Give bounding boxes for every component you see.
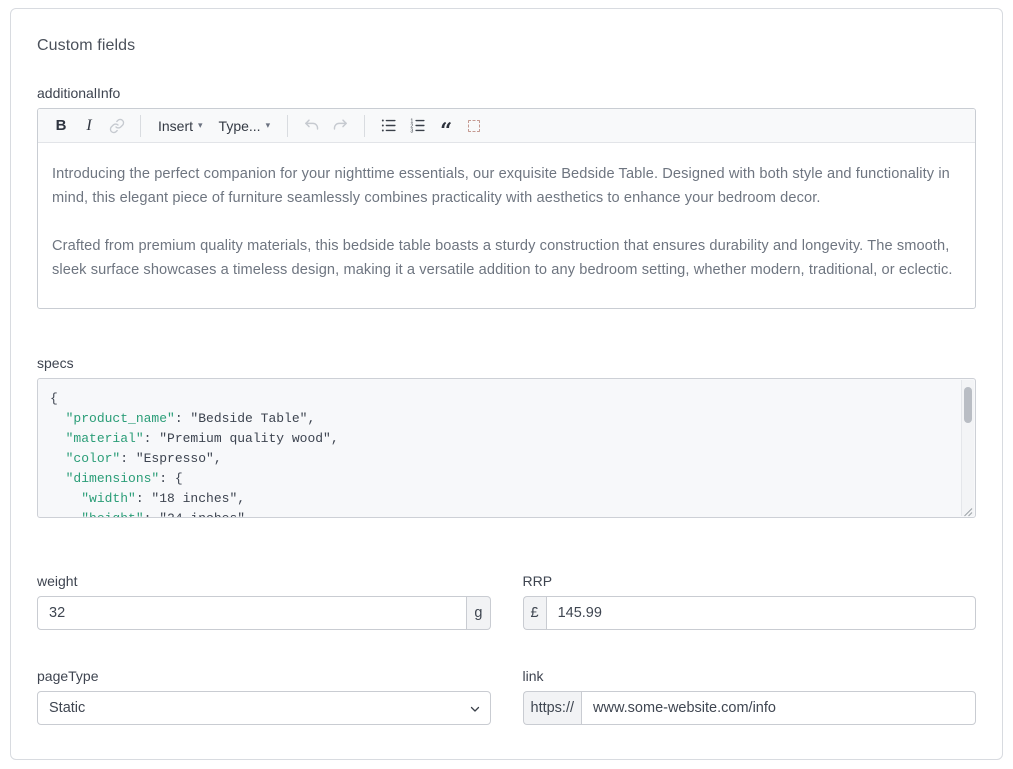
weight-input[interactable] [37,596,467,630]
resize-handle-icon[interactable] [962,504,973,515]
page-type-label: pageType [37,668,491,684]
editor-toolbar: B I Insert ▾ Type... ▾ [38,109,975,143]
specs-code: { "product_name": "Bedside Table", "mate… [38,379,975,518]
field-row-pagetype-link: pageType Static link https:// [37,668,976,725]
page-type-field: pageType Static [37,668,491,725]
rrp-field: RRP £ [523,573,977,630]
link-button[interactable] [104,113,130,139]
editor-content[interactable]: Introducing the perfect companion for yo… [38,143,975,309]
rich-text-editor: B I Insert ▾ Type... ▾ [37,108,976,309]
bullet-list-icon [380,117,397,134]
visual-block-button[interactable] [461,113,487,139]
link-input[interactable] [581,691,976,725]
scrollbar-thumb[interactable] [964,387,972,423]
toolbar-divider [287,115,288,137]
chevron-down-icon: ▾ [266,121,271,130]
rrp-label: RRP [523,573,977,589]
bold-button[interactable]: B [48,113,74,139]
scrollbar[interactable] [961,380,974,516]
insert-menu-label: Insert [158,118,193,134]
rrp-input[interactable] [546,596,976,630]
weight-field: weight g [37,573,491,630]
insert-menu-button[interactable]: Insert ▾ [151,113,210,139]
dashed-box-icon [468,120,480,132]
page-type-select[interactable]: Static [37,691,491,725]
editor-paragraph: Introducing the perfect companion for yo… [52,162,961,210]
numbered-list-icon: 1 2 3 [409,117,426,134]
chevron-down-icon: ▾ [198,121,203,130]
numbered-list-button[interactable]: 1 2 3 [404,113,431,139]
link-protocol-addon: https:// [523,691,582,725]
additional-info-label: additionalInfo [37,85,976,101]
italic-button[interactable]: I [76,113,102,139]
link-field: link https:// [523,668,977,725]
toolbar-divider [364,115,365,137]
undo-button[interactable] [298,113,325,139]
redo-icon [332,117,349,134]
link-label: link [523,668,977,684]
field-row-weight-rrp: weight g RRP £ [37,573,976,630]
rrp-currency-addon: £ [523,596,546,630]
weight-label: weight [37,573,491,589]
specs-label: specs [37,355,976,371]
link-icon [109,118,125,134]
editor-paragraph: Crafted from premium quality materials, … [52,234,961,282]
page-title: Custom fields [37,37,976,55]
specs-textarea[interactable]: { "product_name": "Bedside Table", "mate… [37,378,976,518]
blockquote-button[interactable]: “ [433,113,459,139]
undo-icon [303,117,320,134]
redo-button[interactable] [327,113,354,139]
toolbar-divider [140,115,141,137]
type-menu-label: Type... [219,118,261,134]
svg-text:3: 3 [411,129,414,134]
blockquote-icon: “ [440,126,452,136]
bullet-list-button[interactable] [375,113,402,139]
custom-fields-card: Custom fields additionalInfo B I Insert … [10,8,1003,760]
weight-unit-addon: g [467,596,490,630]
type-menu-button[interactable]: Type... ▾ [212,113,278,139]
